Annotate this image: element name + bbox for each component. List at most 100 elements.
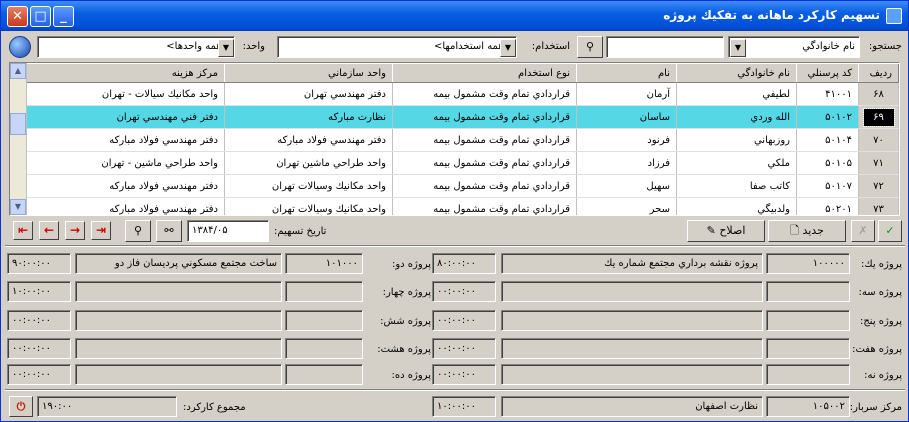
project6-name[interactable] [75, 310, 282, 331]
scroll-up-icon[interactable]: ▲ [10, 63, 26, 79]
next-record-icon[interactable]: → [65, 221, 85, 240]
project4-name[interactable] [75, 281, 282, 302]
scroll-thumb[interactable] [10, 113, 26, 135]
project8-code[interactable] [285, 338, 363, 359]
overhead-name[interactable]: نظارت اصفهان [501, 396, 763, 417]
row-number-cell[interactable]: ۷۲ [858, 174, 899, 198]
cell-cost-center[interactable]: واحد مكانيك سيالات - تهران [24, 82, 225, 106]
cell-last-name[interactable]: لطيفي [676, 82, 797, 106]
project6-code[interactable] [285, 310, 363, 331]
cell-first-name[interactable]: سهيل [576, 174, 677, 198]
project8-hours[interactable]: ۰۰:۰۰:۰۰ [7, 338, 71, 359]
cell-code[interactable]: ۵۰۱۰۵ [796, 151, 859, 175]
cell-cost-center[interactable]: دفتر فني مهندسي تهران [24, 105, 225, 129]
cell-type[interactable]: قراردادي تمام وقت مشمول بيمه [392, 82, 577, 106]
col-header[interactable]: رديف [858, 63, 899, 83]
table-row[interactable]: ۶۸ ۴۱۰۰۱ لطيفي آرمان قراردادي تمام وقت م… [24, 82, 899, 106]
cell-last-name[interactable]: روزبهاني [676, 128, 797, 152]
minimize-button[interactable]: _ [53, 6, 74, 27]
row-number-cell[interactable]: ۷۱ [858, 151, 899, 175]
cell-unit[interactable]: واحد مكانيك وسيالات تهران [224, 197, 393, 215]
prev-record-icon[interactable]: ← [39, 221, 59, 240]
col-header[interactable]: مركز هزينه [24, 63, 225, 83]
edit-button[interactable]: ✎ اصلاح [687, 220, 765, 242]
cell-first-name[interactable]: فرنود [576, 128, 677, 152]
project8-name[interactable] [75, 338, 282, 359]
cell-cost-center[interactable]: دفتر مهندسي فولاد مباركه [24, 128, 225, 152]
project10-code[interactable] [285, 364, 363, 385]
cell-unit[interactable]: واحد مكانيك وسيالات تهران [224, 174, 393, 198]
close-button[interactable]: ✕ [7, 6, 28, 27]
cell-unit[interactable]: واحد طراحي ماشين تهران [224, 151, 393, 175]
cancel-x-icon[interactable]: ✗ [851, 220, 875, 242]
project9-code[interactable] [766, 364, 850, 385]
cell-type[interactable]: قراردادي تمام وقت مشمول بيمه [392, 128, 577, 152]
last-record-icon[interactable]: ⇥ [91, 221, 111, 240]
project2-hours[interactable]: ۹۰:۰۰:۰۰ [7, 253, 71, 274]
cell-code[interactable]: ۵۰۱۰۲ [796, 105, 859, 129]
project4-hours[interactable]: ۱۰:۰۰:۰۰ [7, 281, 71, 302]
globe-icon[interactable] [9, 36, 31, 58]
cell-code[interactable]: ۴۱۰۰۱ [796, 82, 859, 106]
project3-code[interactable] [766, 281, 850, 302]
cell-unit[interactable]: دفتر مهندسي تهران [224, 82, 393, 106]
project5-hours[interactable]: ۰۰:۰۰:۰۰ [432, 310, 496, 331]
project7-name[interactable] [501, 338, 763, 359]
unit-dropdown[interactable]: ▼ [218, 39, 234, 57]
row-number-cell[interactable]: ۶۸ [858, 82, 899, 106]
cell-unit[interactable]: نظارت مباركه [224, 105, 393, 129]
cell-code[interactable]: ۵۰۱۰۴ [796, 128, 859, 152]
project1-hours[interactable]: ۸۰:۰۰:۰۰ [432, 253, 496, 274]
row-number-cell[interactable]: ۷۳ [858, 197, 899, 215]
unit-select[interactable]: <همه واحدها> [37, 36, 235, 58]
row-number-cell[interactable]: ۷۰ [858, 128, 899, 152]
cell-type[interactable]: قراردادي تمام وقت مشمول بيمه [392, 174, 577, 198]
row-number-cell[interactable]: ۶۹ [858, 105, 899, 129]
cell-code[interactable]: ۵۰۲۰۱ [796, 197, 859, 215]
cell-type[interactable]: قراردادي تمام وقت مشمول بيمه [392, 197, 577, 215]
search-field-dropdown[interactable]: ▼ [730, 39, 746, 57]
project10-name[interactable] [75, 364, 282, 385]
table-row-selected[interactable]: ۶۹ ۵۰۱۰۲ الله وردي ساسان قراردادي تمام و… [24, 105, 899, 129]
cell-first-name[interactable]: سحر [576, 197, 677, 215]
cell-type[interactable]: قراردادي تمام وقت مشمول بيمه [392, 151, 577, 175]
project2-name[interactable]: ساخت مجتمع مسكوني پرديسان فاز دو [75, 253, 282, 274]
vertical-scrollbar[interactable]: ▲ ▼ [10, 63, 27, 215]
employment-select[interactable]: <همه استخدامها> [277, 36, 517, 58]
project3-hours[interactable]: ۰۰:۰۰:۰۰ [432, 281, 496, 302]
col-header[interactable]: واحد سازماني [224, 63, 393, 83]
project1-name[interactable]: پروژه نقشه برداري مجتمع شماره يك [501, 253, 763, 274]
project9-hours[interactable]: ۰۰:۰۰:۰۰ [432, 364, 496, 385]
cell-unit[interactable]: دفتر مهندسي فولاد مباركه [224, 128, 393, 152]
cell-last-name[interactable]: الله وردي [676, 105, 797, 129]
project3-name[interactable] [501, 281, 763, 302]
col-header[interactable]: نوع استخدام [392, 63, 577, 83]
table-row[interactable]: ۷۳ ۵۰۲۰۱ ولدبيگي سحر قراردادي تمام وقت م… [24, 197, 899, 215]
cell-code[interactable]: ۵۰۱۰۷ [796, 174, 859, 198]
project5-code[interactable] [766, 310, 850, 331]
maximize-button[interactable]: □ [30, 6, 51, 27]
table-row[interactable]: ۷۱ ۵۰۱۰۵ ملكي فرزاد قراردادي تمام وقت مش… [24, 151, 899, 175]
cell-last-name[interactable]: ملكي [676, 151, 797, 175]
cell-first-name[interactable]: آرمان [576, 82, 677, 106]
find-binoculars-icon[interactable]: ⚯ [156, 220, 182, 242]
search-input[interactable] [606, 36, 724, 58]
project10-hours[interactable]: ۰۰:۰۰:۰۰ [7, 364, 71, 385]
project7-code[interactable] [766, 338, 850, 359]
search-field-select[interactable]: نام خانوادگي [728, 36, 860, 58]
project6-hours[interactable]: ۰۰:۰۰:۰۰ [7, 310, 71, 331]
new-button[interactable]: 🗋 جديد [768, 220, 846, 242]
overhead-hours[interactable]: ۱۰:۰۰:۰۰ [432, 396, 496, 417]
overhead-code[interactable]: ۱۰۵۰۰۲ [766, 396, 850, 417]
cell-last-name[interactable]: كاتب صفا [676, 174, 797, 198]
project2-code[interactable]: ۱۰۱۰۰۰ [285, 253, 363, 274]
col-header[interactable]: كد پرسنلي [796, 63, 859, 83]
cell-last-name[interactable]: ولدبيگي [676, 197, 797, 215]
scroll-down-icon[interactable]: ▼ [10, 199, 26, 215]
table-row[interactable]: ۷۲ ۵۰۱۰۷ كاتب صفا سهيل قراردادي تمام وقت… [24, 174, 899, 198]
confirm-check-icon[interactable]: ✓ [878, 220, 902, 242]
cell-cost-center[interactable]: دفتر مهندسي فولاد مباركه [24, 197, 225, 215]
first-record-icon[interactable]: ⇤ [13, 221, 33, 240]
project9-name[interactable] [501, 364, 763, 385]
table-row[interactable]: ۷۰ ۵۰۱۰۴ روزبهاني فرنود قراردادي تمام وق… [24, 128, 899, 152]
